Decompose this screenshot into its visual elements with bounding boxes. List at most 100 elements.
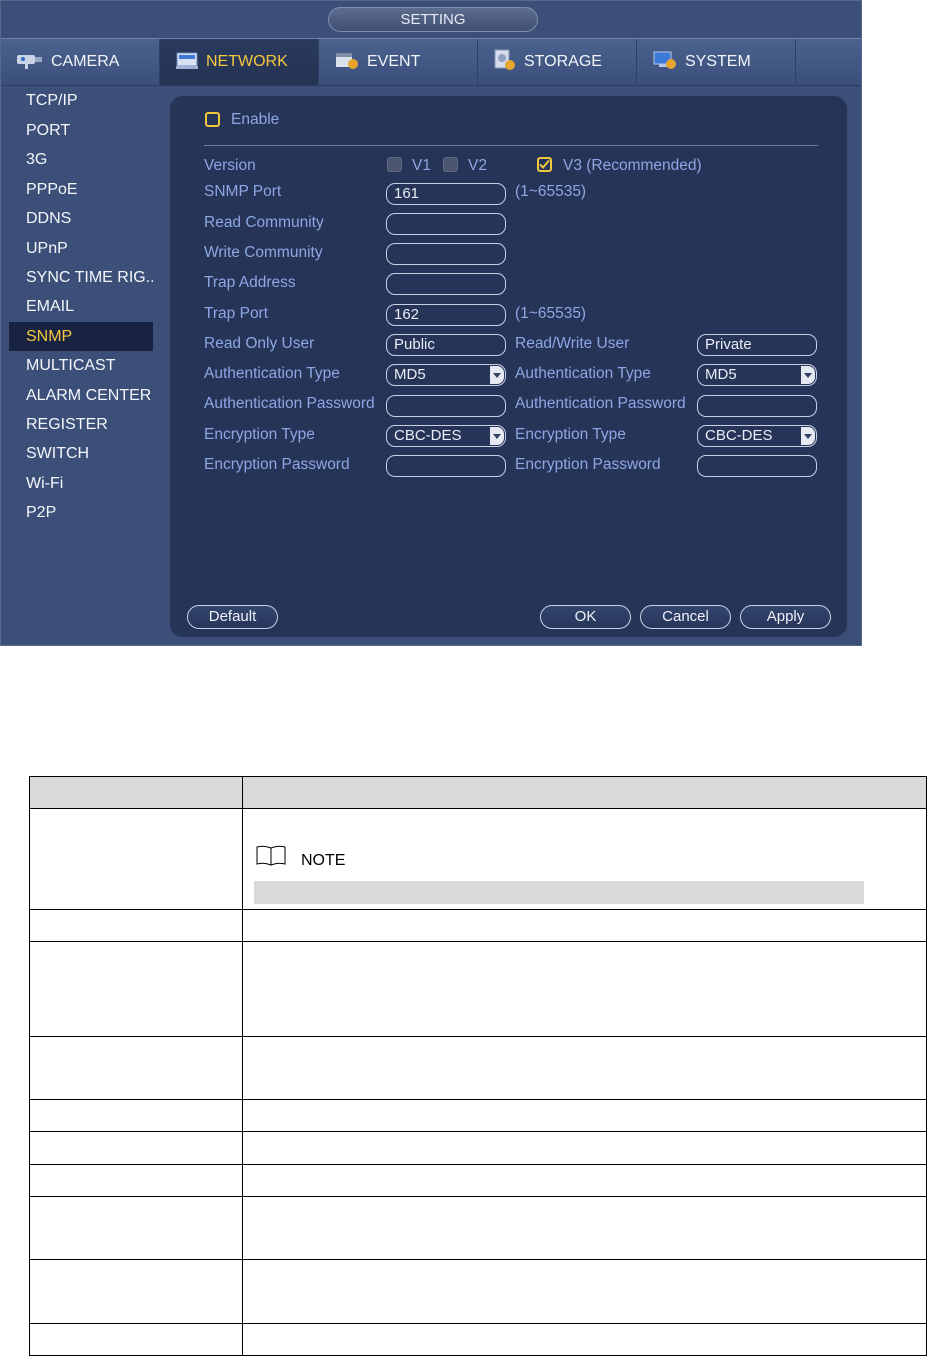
snmp-port-range: (1~65535) xyxy=(515,183,587,200)
divider xyxy=(204,145,818,146)
version-label: Version xyxy=(204,157,256,174)
v2-label: V2 xyxy=(468,157,487,174)
snmp-settings-panel: Enable Version V1 V2 V3 (Recommended) SN… xyxy=(169,95,848,638)
read-write-user-label: Read/Write User xyxy=(515,335,630,352)
v2-checkbox[interactable] xyxy=(443,157,458,172)
read-write-user-input[interactable]: Private xyxy=(697,334,817,356)
trap-address-label: Trap Address xyxy=(204,274,296,291)
tab-network[interactable]: NETWORK xyxy=(160,39,319,85)
ro-enc-type-value: CBC-DES xyxy=(394,427,462,444)
ro-auth-password-input[interactable] xyxy=(386,395,506,417)
rw-enc-password-label: Encryption Password xyxy=(515,456,661,473)
snmp-port-label: SNMP Port xyxy=(204,183,282,200)
sidebar-item-p2p[interactable]: P2P xyxy=(9,498,153,527)
note-shading xyxy=(254,881,864,904)
v3-checkbox[interactable] xyxy=(537,157,552,172)
tab-storage[interactable]: STORAGE xyxy=(478,39,637,85)
cancel-button[interactable]: Cancel xyxy=(640,605,731,629)
table-border xyxy=(29,776,927,777)
sidebar-item-register[interactable]: REGISTER xyxy=(9,410,153,439)
table-row xyxy=(29,1036,927,1037)
ro-enc-password-label: Encryption Password xyxy=(204,456,350,473)
sidebar-item-multicast[interactable]: MULTICAST xyxy=(9,351,153,380)
sidebar-item-port[interactable]: PORT xyxy=(9,116,153,145)
table-row xyxy=(29,1131,927,1132)
table-header-row xyxy=(29,776,927,808)
table-column-divider xyxy=(242,776,243,1356)
v1-checkbox[interactable] xyxy=(387,157,402,172)
table-row xyxy=(29,941,927,942)
rw-enc-type-select[interactable]: CBC-DES xyxy=(697,425,817,447)
rw-enc-type-value: CBC-DES xyxy=(705,427,773,444)
sidebar-item-3g[interactable]: 3G xyxy=(9,145,153,174)
read-community-label: Read Community xyxy=(204,214,324,231)
snmp-port-input[interactable]: 161 xyxy=(386,183,506,205)
sidebar-item-email[interactable]: EMAIL xyxy=(9,292,153,321)
note-label: NOTE xyxy=(301,852,346,869)
tab-event[interactable]: EVENT xyxy=(319,39,478,85)
table-row xyxy=(29,909,927,910)
rw-auth-type-label: Authentication Type xyxy=(515,365,651,382)
v1-label: V1 xyxy=(412,157,431,174)
enable-checkbox[interactable] xyxy=(205,112,220,127)
chevron-down-icon[interactable] xyxy=(801,366,815,384)
trap-port-input[interactable]: 162 xyxy=(386,304,506,326)
sidebar-item-ddns[interactable]: DDNS xyxy=(9,204,153,233)
trap-port-label: Trap Port xyxy=(204,305,269,322)
tab-label: NETWORK xyxy=(206,53,288,70)
ro-auth-type-select[interactable]: MD5 xyxy=(386,364,506,386)
ro-enc-type-label: Encryption Type xyxy=(204,426,315,443)
read-community-input[interactable] xyxy=(386,213,506,235)
sidebar-item-upnp[interactable]: UPnP xyxy=(9,234,153,263)
rw-auth-type-select[interactable]: MD5 xyxy=(697,364,817,386)
tab-label: EVENT xyxy=(367,53,421,70)
trap-address-input[interactable] xyxy=(386,273,506,295)
main-tab-bar: CAMERA NETWORK EVENT STORAGE SYSTEM xyxy=(1,38,861,86)
apply-button[interactable]: Apply xyxy=(740,605,831,629)
system-icon xyxy=(651,49,679,76)
ro-enc-password-input[interactable] xyxy=(386,455,506,477)
tab-camera[interactable]: CAMERA xyxy=(1,39,160,85)
tab-system[interactable]: SYSTEM xyxy=(637,39,796,85)
network-icon xyxy=(174,49,200,76)
sidebar-item-alarm-center[interactable]: ALARM CENTER xyxy=(9,381,153,410)
table-row xyxy=(29,808,927,809)
settings-window: SETTING CAMERA NETWORK EVENT STORAGE SYS… xyxy=(0,0,862,646)
default-button[interactable]: Default xyxy=(187,605,278,629)
table-row xyxy=(29,1323,927,1324)
chevron-down-icon[interactable] xyxy=(801,427,815,445)
write-community-input[interactable] xyxy=(386,243,506,265)
tab-label: STORAGE xyxy=(524,53,602,70)
network-sidebar: TCP/IP PORT 3G PPPoE DDNS UPnP SYNC TIME… xyxy=(1,84,163,645)
parameter-table: NOTE xyxy=(29,776,927,1356)
book-icon xyxy=(254,844,290,873)
sidebar-item-pppoe[interactable]: PPPoE xyxy=(9,175,153,204)
ro-auth-password-label: Authentication Password xyxy=(204,395,375,412)
chevron-down-icon[interactable] xyxy=(490,366,504,384)
rw-enc-password-input[interactable] xyxy=(697,455,817,477)
event-icon xyxy=(333,49,361,76)
sidebar-item-switch[interactable]: SWITCH xyxy=(9,439,153,468)
sidebar-item-sync-time[interactable]: SYNC TIME RIG... xyxy=(9,263,153,292)
read-only-user-input[interactable]: Public xyxy=(386,334,506,356)
write-community-label: Write Community xyxy=(204,244,323,261)
sidebar-item-tcpip[interactable]: TCP/IP xyxy=(9,86,153,115)
camera-icon xyxy=(15,49,45,76)
ro-auth-type-label: Authentication Type xyxy=(204,365,340,382)
storage-icon xyxy=(492,48,518,77)
rw-auth-password-label: Authentication Password xyxy=(515,395,686,412)
checkmark-icon xyxy=(539,159,550,169)
chevron-down-icon[interactable] xyxy=(490,427,504,445)
table-row xyxy=(29,1099,927,1100)
trap-port-range: (1~65535) xyxy=(515,305,587,322)
table-row xyxy=(29,1196,927,1197)
tab-label: CAMERA xyxy=(51,53,120,70)
sidebar-item-wifi[interactable]: Wi-Fi xyxy=(9,469,153,498)
rw-enc-type-label: Encryption Type xyxy=(515,426,626,443)
table-border xyxy=(29,776,30,1356)
ok-button[interactable]: OK xyxy=(540,605,631,629)
sidebar-item-snmp[interactable]: SNMP xyxy=(9,322,153,351)
ro-enc-type-select[interactable]: CBC-DES xyxy=(386,425,506,447)
enable-label: Enable xyxy=(231,111,280,128)
rw-auth-password-input[interactable] xyxy=(697,395,817,417)
